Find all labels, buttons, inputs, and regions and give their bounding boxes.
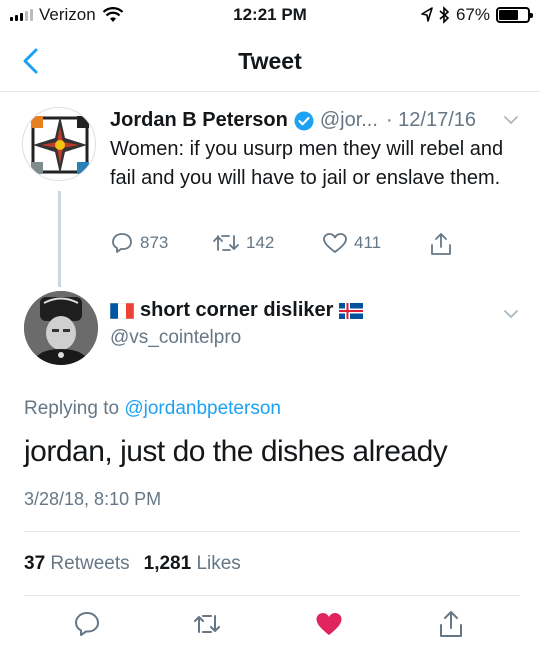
tweet-action-bar [0,609,540,649]
status-right: 67% [421,5,533,25]
share-icon [431,233,451,255]
parent-tweet[interactable]: Jordan B Peterson @jor... · 12/17/16 Wom… [0,93,540,287]
retweet-icon [213,235,239,251]
likes-stat[interactable]: 1,281 Likes [144,553,241,575]
reply-icon [112,233,132,253]
nav-bar: Tweet [0,32,540,92]
compass-logo-icon [23,108,95,180]
tweet-text: jordan, just do the dishes already [24,435,448,468]
user-handle[interactable]: @vs_cointelpro [110,327,241,349]
tweet-text: Women: if you usurp men they will rebel … [110,138,504,189]
status-bar: Verizon 12:21 PM 67% [0,0,540,32]
battery-percent: 67% [455,5,490,24]
avatar[interactable] [24,291,98,365]
chevron-down-icon[interactable] [502,305,520,323]
verified-badge-icon [294,111,314,130]
like-total: 1,281 [143,553,192,574]
retweet-icon[interactable] [192,609,222,639]
name-row: short corner disliker [110,299,364,322]
bluetooth-icon [439,6,450,24]
replying-prefix: Replying to [24,398,120,419]
retweets-stat[interactable]: 37 Retweets [24,553,130,575]
battery-nub [530,13,533,18]
display-name[interactable]: short corner disliker [140,299,333,322]
share-icon[interactable] [436,609,466,639]
location-arrow-icon [421,7,433,22]
user-handle[interactable]: @jor... [320,109,378,132]
retweet-count: 142 [246,233,275,252]
tweet-header: Jordan B Peterson @jor... · 12/17/16 [110,109,520,132]
profile-photo-icon [24,291,98,365]
retweet-label: Retweets [50,553,130,574]
tweet-actions: 873 142 411 [110,231,470,257]
like-count: 411 [354,233,382,252]
tweet-timestamp[interactable]: 3/28/18, 8:10 PM [24,489,161,510]
reply-count: 873 [140,233,169,252]
share-button[interactable] [428,231,454,257]
heart-outline-icon [323,233,347,253]
retweet-total: 37 [24,553,46,574]
replying-handle-link[interactable]: @jordanbpeterson [124,398,281,419]
battery-fill [499,10,518,20]
tweet-stats: 37 Retweets 1,281 Likes [24,553,241,575]
like-label: Likes [196,553,241,574]
avatar[interactable] [22,107,96,181]
heart-filled-icon[interactable] [314,609,344,639]
replying-to: Replying to @jordanbpeterson [24,398,281,420]
france-flag-icon [110,302,134,319]
thread-line [58,191,61,287]
divider [24,531,520,532]
reply-icon[interactable] [72,609,102,639]
chevron-down-icon[interactable] [502,111,520,129]
battery-icon [496,7,533,23]
display-name[interactable]: Jordan B Peterson [110,109,288,132]
retweet-button[interactable]: 142 [212,231,274,255]
reply-button[interactable]: 873 [110,231,168,255]
tweet-date[interactable]: · 12/17/16 [386,109,476,132]
divider [24,595,520,596]
page-title: Tweet [238,48,302,74]
like-button[interactable]: 411 [322,231,381,255]
iceland-flag-icon [339,302,364,319]
